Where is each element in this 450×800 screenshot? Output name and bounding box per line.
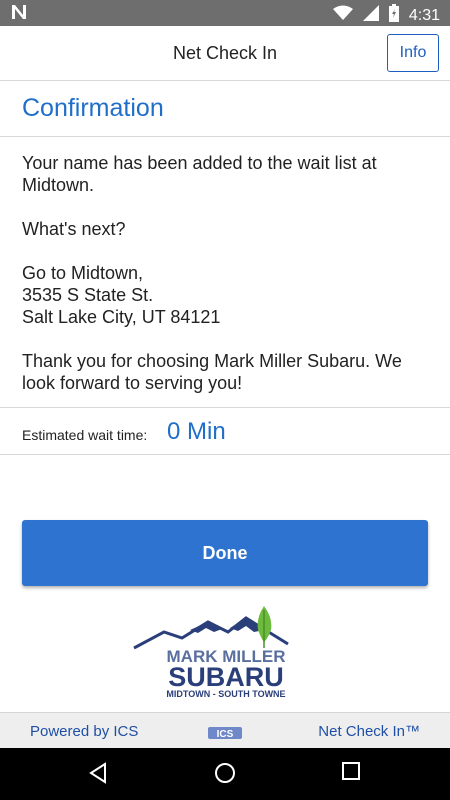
divider <box>0 136 450 137</box>
divider <box>0 407 450 408</box>
confirmation-message: Your name has been added to the wait lis… <box>22 153 377 195</box>
back-icon[interactable] <box>87 762 109 784</box>
confirmation-title: Confirmation <box>22 94 164 122</box>
battery-icon <box>388 4 399 27</box>
whats-next-heading: What's next? <box>22 219 126 239</box>
wait-time-label: Estimated wait time: <box>22 427 148 443</box>
page-title: Net Check In <box>172 43 278 63</box>
notification-n-icon <box>10 3 28 26</box>
mark-miller-subaru-logo: MARK MILLER SUBARU MIDTOWN - SOUTH TOWNE <box>130 604 322 702</box>
divider <box>0 454 450 455</box>
done-button[interactable]: Done <box>22 520 428 586</box>
wifi-icon <box>332 5 353 26</box>
home-icon[interactable] <box>214 762 236 784</box>
logo-line-2: SUBARU <box>168 662 284 692</box>
wait-time-value: 0 Min <box>167 418 226 445</box>
status-bar: 4:31 <box>0 0 450 26</box>
logo-line-3: MIDTOWN - SOUTH TOWNE <box>166 689 285 699</box>
signal-icon <box>362 5 379 26</box>
address-block: Go to Midtown, 3535 S State St. Salt Lak… <box>22 263 221 327</box>
info-button[interactable]: Info <box>387 34 439 72</box>
clock: 4:31 <box>408 6 440 24</box>
net-check-in-link[interactable]: Net Check In™ <box>318 723 420 740</box>
thank-you-message: Thank you for choosing Mark Miller Subar… <box>22 351 402 393</box>
footer: Powered by ICS ICS Net Check In™ <box>0 712 450 749</box>
ics-logo-text: ICS <box>217 729 234 739</box>
navigation-bar <box>0 748 450 800</box>
app-header: Net Check In Info <box>0 26 450 81</box>
powered-by-link[interactable]: Powered by ICS <box>30 723 138 740</box>
ics-logo-icon: ICS <box>208 726 242 740</box>
recents-icon[interactable] <box>342 762 360 780</box>
